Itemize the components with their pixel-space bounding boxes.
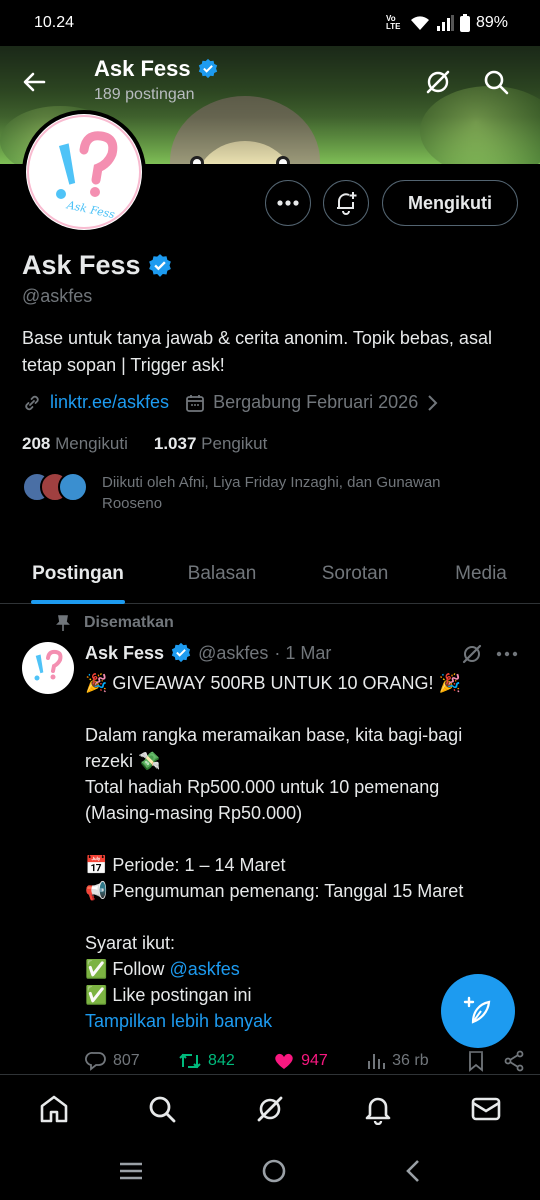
svg-text:Ask Fess: Ask Fess (65, 198, 117, 221)
page-title: Ask Fess (94, 56, 219, 82)
back-chevron-icon[interactable] (404, 1158, 422, 1184)
heart-icon (275, 1053, 293, 1069)
share-icon[interactable] (503, 1050, 525, 1072)
compose-post-button[interactable] (441, 974, 515, 1048)
profile-bio: Base untuk tanya jawab & cerita anonim. … (22, 328, 492, 375)
more-options-button[interactable] (265, 180, 311, 226)
followed-by[interactable]: Diikuti oleh Afni, Liya Friday Inzaghi, … (22, 472, 502, 514)
retweet-button[interactable]: 842 (178, 1050, 235, 1072)
status-bar: 10.24 Vo LTE 89% (0, 0, 540, 46)
top-nav: Ask Fess 189 postingan (0, 46, 540, 116)
link-icon (25, 395, 39, 410)
volte-icon: Vo LTE (385, 14, 401, 31)
system-navigation (0, 1142, 540, 1200)
tweet-avatar[interactable] (22, 642, 74, 694)
nav-home[interactable] (34, 1089, 74, 1129)
recent-apps-icon[interactable] (118, 1161, 144, 1181)
wifi-icon (410, 16, 429, 30)
tweet-line: 📢 Pengumuman pemenang: Tanggal 15 Maret (85, 881, 464, 901)
search-icon[interactable] (480, 66, 512, 98)
grok-icon[interactable] (422, 66, 454, 98)
tweet-date: · 1 Mar (274, 642, 332, 663)
tweet-line: (Masing-masing Rp50.000) (85, 803, 303, 823)
profile-meta: linktr.ee/askfes Bergabung Februari 2026 (22, 392, 438, 413)
home-icon (40, 1095, 68, 1122)
pinned-label: Disematkan (54, 614, 174, 632)
askfess-logo-icon (34, 649, 63, 681)
back-arrow-icon[interactable] (18, 66, 50, 98)
profile-handle: @askfes (22, 286, 93, 306)
status-icons: Vo LTE 89% (386, 14, 508, 32)
bookmark-share-group (467, 1050, 525, 1072)
calendar-icon (186, 394, 204, 412)
tweet-actions: 807 842 947 36 rb (85, 1050, 525, 1072)
mention-link[interactable]: @askfes (169, 959, 239, 979)
followers-stat[interactable]: 1.037 Pengikut (154, 434, 267, 454)
profile-link[interactable]: linktr.ee/askfes (50, 392, 169, 413)
search-icon (149, 1096, 176, 1122)
nav-grok[interactable] (250, 1089, 290, 1129)
views-button[interactable]: 36 rb (366, 1051, 429, 1071)
nav-notifications[interactable] (358, 1089, 398, 1129)
tweet-line: 🎉 GIVEAWAY 500RB UNTUK 10 ORANG! 🎉 (85, 673, 461, 693)
tab-media[interactable]: Media (422, 544, 540, 604)
tab-sorotan[interactable]: Sorotan (288, 544, 422, 604)
tweet-header: Ask Fess @askfes · 1 Mar (85, 642, 331, 664)
profile-name: Ask Fess (22, 250, 173, 281)
tweet-line: Dalam rangka meramaikan base, kita bagi-… (85, 725, 463, 745)
tweet-author-name[interactable]: Ask Fess (85, 643, 164, 664)
tweet-line (85, 826, 525, 852)
views-icon (368, 1054, 386, 1069)
tweet-line (85, 696, 525, 722)
verified-badge-icon (148, 253, 171, 277)
nav-messages[interactable] (466, 1089, 506, 1129)
profile-stats: 208 Mengikuti 1.037 Pengikut (22, 434, 267, 454)
tab-postingan[interactable]: Postingan (0, 544, 156, 604)
nav-search[interactable] (142, 1089, 182, 1129)
tweet-line: Syarat ikut: (85, 933, 176, 953)
grok-icon (257, 1096, 283, 1121)
tweet-line: rezeki 💸 (85, 751, 161, 771)
avatar (58, 472, 88, 502)
tab-balasan[interactable]: Balasan (156, 544, 288, 604)
grok-icon[interactable] (460, 642, 484, 666)
following-button[interactable]: Mengikuti (382, 180, 518, 226)
pin-icon (56, 615, 70, 631)
tweet-line: Total hadiah Rp500.000 untuk 10 pemenang (85, 777, 440, 797)
verified-badge-icon (198, 58, 217, 79)
notification-subscribe-button[interactable] (323, 180, 369, 226)
profile-tabs: Postingan Balasan Sorotan Media (0, 544, 540, 604)
retweet-icon (179, 1053, 201, 1069)
more-horizontal-icon[interactable] (494, 642, 520, 666)
more-horizontal-icon (277, 200, 299, 206)
battery-level: 89% (475, 14, 508, 31)
bookmark-icon[interactable] (467, 1050, 485, 1072)
profile-avatar[interactable]: Ask Fess (22, 110, 146, 234)
tweet-author-handle: @askfes (198, 642, 269, 663)
like-button[interactable]: 947 (273, 1050, 328, 1072)
verified-badge-icon (171, 642, 191, 663)
bell-icon (365, 1097, 391, 1125)
chevron-right-icon[interactable] (426, 394, 438, 412)
tweet-line: 📅 Periode: 1 – 14 Maret (85, 855, 286, 875)
battery-icon (459, 14, 470, 32)
joined-date: Bergabung Februari 2026 (213, 392, 419, 412)
bottom-navigation (0, 1074, 540, 1142)
home-circle-icon[interactable] (261, 1158, 287, 1184)
signal-icon (436, 15, 454, 31)
askfess-logo-icon: Ask Fess (27, 115, 141, 229)
reply-button[interactable]: 807 (85, 1050, 140, 1072)
followed-by-text: Diikuti oleh Afni, Liya Friday Inzaghi, … (102, 474, 441, 512)
status-time: 10.24 (34, 14, 75, 31)
compose-feather-icon (463, 996, 491, 1024)
following-stat[interactable]: 208 Mengikuti (22, 434, 128, 454)
tweet-line (85, 904, 525, 930)
post-count: 189 postingan (94, 86, 195, 103)
bell-plus-icon (337, 192, 357, 215)
mutual-avatars (22, 472, 88, 502)
reply-icon (85, 1052, 106, 1071)
mail-icon (471, 1097, 501, 1120)
